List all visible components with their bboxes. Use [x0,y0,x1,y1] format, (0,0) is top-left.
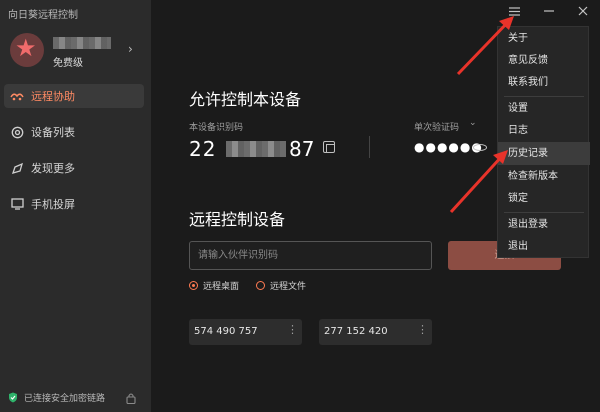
more-vertical-icon[interactable]: ⋮ [417,324,428,335]
sidebar-item-device-list[interactable]: 设备列表 [4,120,144,144]
menu-item-lock[interactable]: 锁定 [498,187,590,210]
device-id-label: 本设备识别码 [189,123,244,133]
recent-device-id: 574 490 757 [194,326,258,337]
radio-remote-desktop[interactable]: 远程桌面 [189,279,239,292]
menu-item-log[interactable]: 日志 [498,119,590,142]
assist-icon [10,89,24,103]
sidebar-item-label: 手机投屏 [31,198,75,211]
menu-item-exit[interactable]: 退出 [498,235,590,258]
device-list-icon [10,125,24,139]
menu-icon[interactable] [508,5,520,17]
menu-item-contact[interactable]: 联系我们 [498,71,590,94]
sidebar-item-label: 发现更多 [31,162,75,175]
username-blurred [53,37,111,49]
security-status: 已连接安全加密链路 [8,391,105,404]
screen-cast-icon [10,197,24,211]
radio-label: 远程文件 [270,282,307,292]
lock-icon[interactable] [126,392,136,404]
menu-item-about[interactable]: 关于 [498,27,590,50]
sidebar-item-label: 远程协助 [31,90,75,103]
minimize-icon[interactable] [543,5,555,17]
device-id-prefix: 22 [189,137,217,161]
allow-control-title: 允许控制本设备 [189,90,302,109]
recent-device-card[interactable]: 574 490 757 ⋮ [189,319,302,345]
verification-code-label: 单次验证码 [414,123,460,133]
avatar[interactable]: ★ [10,33,44,67]
menu-item-feedback[interactable]: 意见反馈 [498,49,590,72]
radio-dot [189,281,198,290]
device-id-blurred [226,141,286,157]
recent-device-card[interactable]: 277 152 420 ⋮ [319,319,432,345]
chevron-right-icon[interactable]: › [128,42,133,56]
device-id-suffix: 87 [289,137,315,161]
sidebar: 向日葵远程控制 ★ 免费级 › 远程协助 设备列表 发现更多 手机投屏 已连接安… [0,0,151,412]
sidebar-item-discover[interactable]: 发现更多 [4,156,144,180]
app-title: 向日葵远程控制 [8,10,78,21]
menu-item-logout[interactable]: 退出登录 [498,213,590,236]
menu-item-history[interactable]: 历史记录 [498,142,590,165]
partner-id-input[interactable]: 请输入伙伴识别码 [189,241,432,270]
discover-icon [10,161,24,175]
remote-control-title: 远程控制设备 [189,210,286,229]
shield-check-icon [9,392,17,403]
sidebar-item-label: 设备列表 [31,126,75,139]
radio-dot [256,281,265,290]
chevron-down-icon[interactable]: ⌄ [469,118,477,128]
account-level: 免费级 [53,58,83,69]
eye-icon[interactable] [473,144,487,151]
copy-icon[interactable] [323,141,335,153]
close-icon[interactable] [577,5,589,17]
divider [369,136,370,158]
more-vertical-icon[interactable]: ⋮ [287,324,298,335]
radio-remote-files[interactable]: 远程文件 [256,279,306,292]
security-status-text: 已连接安全加密链路 [24,394,106,404]
sidebar-item-remote-assist[interactable]: 远程协助 [4,84,144,108]
sidebar-item-screen-cast[interactable]: 手机投屏 [4,192,144,216]
radio-label: 远程桌面 [203,282,240,292]
main-menu-dropdown: 关于 意见反馈 联系我们 设置 日志 历史记录 检查新版本 锁定 退出登录 退出 [497,26,590,258]
menu-item-settings[interactable]: 设置 [498,97,590,120]
menu-item-check-update[interactable]: 检查新版本 [498,165,590,188]
recent-device-id: 277 152 420 [324,326,388,337]
star-icon: ★ [15,34,37,62]
